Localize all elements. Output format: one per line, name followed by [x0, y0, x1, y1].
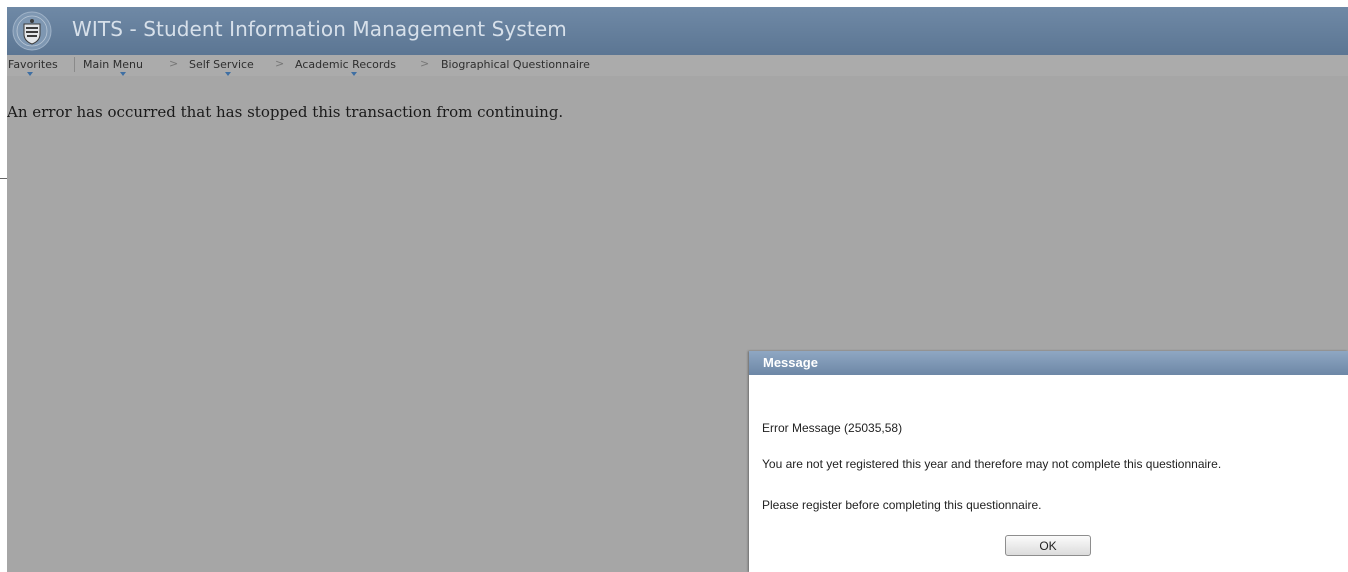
register-instruction-text: Please register before completing this q…: [762, 498, 1042, 512]
dialog-title: Message: [763, 355, 818, 370]
dropdown-caret-icon: [27, 72, 33, 76]
breadcrumb-current-page[interactable]: Biographical Questionnaire: [441, 58, 590, 71]
app-window: WITS - Student Information Management Sy…: [7, 7, 1348, 572]
university-crest-icon: [12, 11, 52, 51]
message-dialog: Message Error Message (25035,58) You are…: [749, 351, 1348, 572]
breadcrumb-separator: >: [275, 57, 285, 70]
favorites-menu[interactable]: Favorites: [8, 58, 58, 71]
dropdown-caret-icon: [351, 72, 357, 76]
ok-button[interactable]: OK: [1005, 535, 1091, 556]
not-registered-text: You are not yet registered this year and…: [762, 457, 1222, 471]
screen: WITS - Student Information Management Sy…: [0, 0, 1348, 572]
dialog-title-bar[interactable]: Message: [749, 351, 1348, 375]
edge-tick: [0, 178, 7, 179]
nav-divider: [74, 57, 75, 72]
window-edge: [0, 0, 7, 572]
app-title: WITS - Student Information Management Sy…: [72, 17, 567, 41]
error-code-text: Error Message (25035,58): [762, 421, 903, 435]
header-banner: WITS - Student Information Management Sy…: [7, 7, 1348, 55]
breadcrumb-self-service[interactable]: Self Service: [189, 58, 254, 71]
breadcrumb-academic-records[interactable]: Academic Records: [295, 58, 396, 71]
breadcrumb: Favorites Main Menu > Self Service > Aca…: [7, 55, 1348, 76]
transaction-error-text: An error has occurred that has stopped t…: [7, 103, 564, 121]
breadcrumb-separator: >: [169, 57, 179, 70]
dropdown-caret-icon: [120, 72, 126, 76]
main-menu[interactable]: Main Menu: [83, 58, 143, 71]
dropdown-caret-icon: [225, 72, 231, 76]
breadcrumb-separator: >: [420, 57, 430, 70]
